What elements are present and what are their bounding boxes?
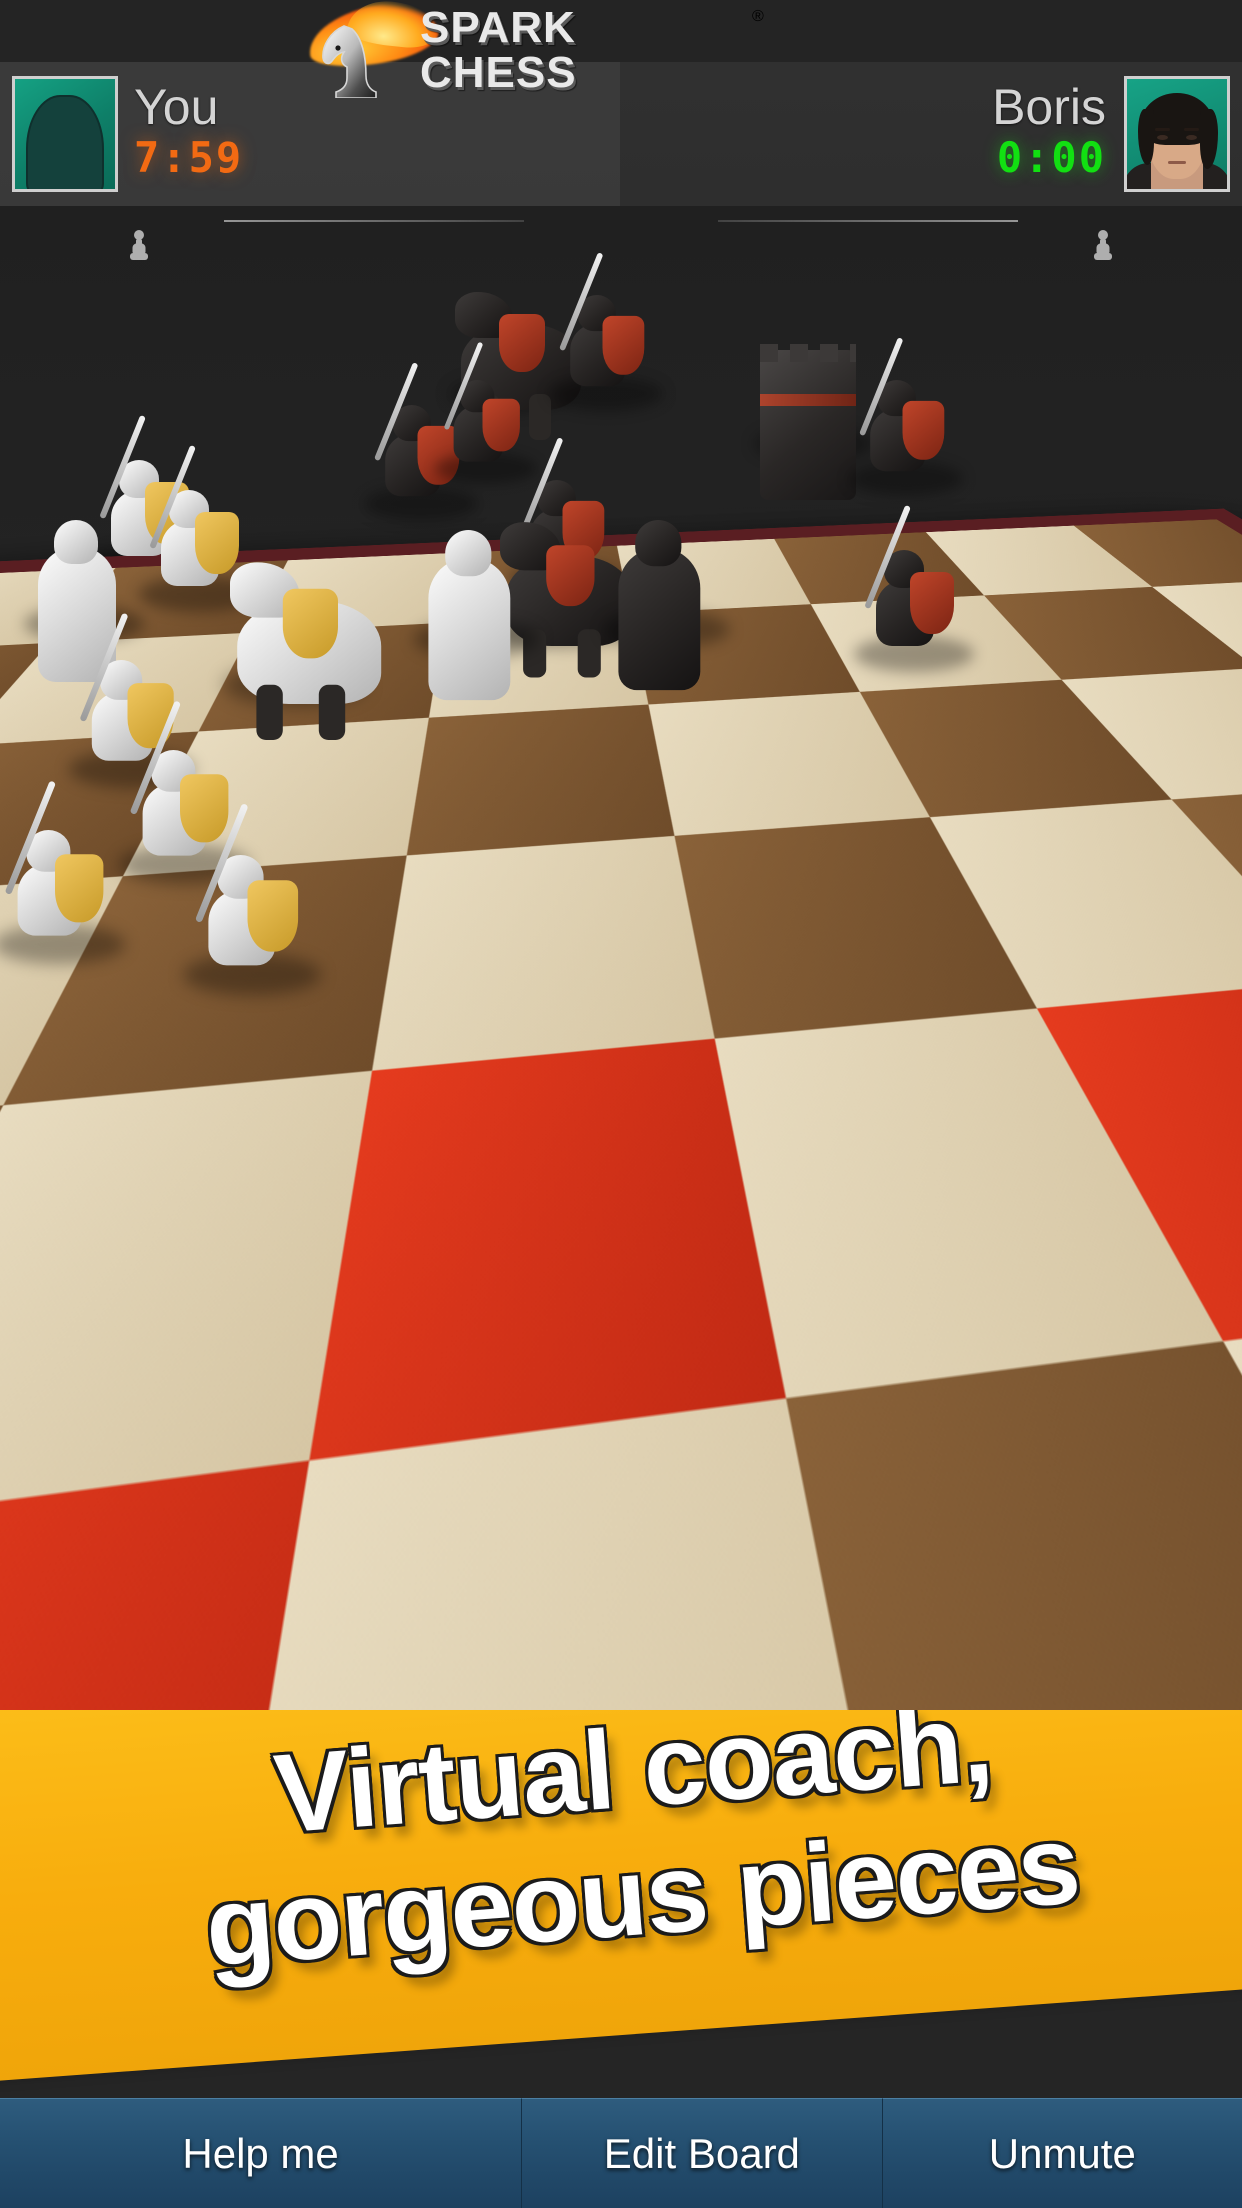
help-me-button[interactable]: Help me [0,2098,523,2208]
boris-portrait-icon [1127,79,1227,189]
player-name-you: You [134,79,219,135]
board-square[interactable] [371,835,715,1071]
avatar[interactable] [12,76,118,192]
unmute-button[interactable]: Unmute [882,2098,1242,2208]
top-status-bar: You 7:59 Boris 0:00 SPARK CHESS ® [0,0,1242,260]
player-clock-you: 7:59 [134,133,244,182]
coach-portrait-icon [162,1506,286,1630]
pawn-icon [130,230,148,260]
evaluation-value: -1.11 [28,1580,84,1609]
sparkchess-logo: SPARK CHESS ® [300,0,764,98]
user-silhouette-icon [26,95,104,189]
promo-banner-text: Virtual coach, gorgeous pieces [2,1612,1242,2053]
board-square[interactable] [406,704,675,856]
player-clock-boris: 0:00 [996,133,1106,182]
player-name-boris: Boris [992,79,1106,135]
edit-board-button[interactable]: Edit Board [522,2098,883,2208]
knight-icon [322,25,377,98]
avatar[interactable] [1124,76,1230,192]
captured-pieces-you [130,230,148,260]
logo-line-2: CHESS [420,48,577,97]
timer-progress-rule [718,220,1018,222]
bottom-button-bar: Help me Edit Board Unmute [0,2098,1242,2208]
evaluation-bar: -1.11 [22,1492,90,1644]
sparkchess-game-screen: 5 4 You 7:59 Boris 0:00 SPARK CHESS ® -1… [0,0,1242,2208]
player-panel-boris[interactable]: Boris 0:00 [622,62,1242,260]
logo-wordmark: SPARK CHESS [420,6,577,96]
coach-avatar[interactable] [158,1502,290,1634]
logo-line-1: SPARK [420,3,576,52]
registered-mark: ® [752,8,764,25]
board-square[interactable] [308,1038,786,1460]
captured-pieces-boris [1094,230,1112,260]
pawn-icon [1094,230,1112,260]
timer-progress-rule [224,220,524,222]
